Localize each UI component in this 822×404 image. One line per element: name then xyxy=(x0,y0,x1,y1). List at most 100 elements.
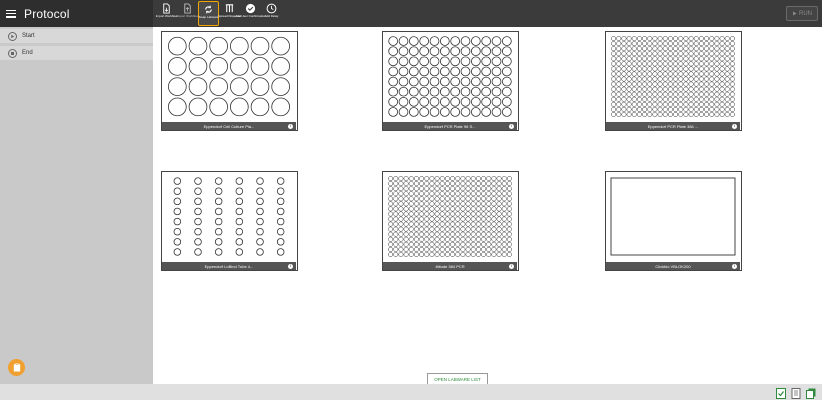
well xyxy=(398,196,404,202)
menu-icon[interactable] xyxy=(6,9,16,18)
info-icon[interactable]: i xyxy=(509,123,514,129)
well xyxy=(501,201,507,207)
info-icon[interactable]: i xyxy=(288,263,293,269)
export-workflow-button[interactable]: Export Workflow xyxy=(177,1,198,26)
well xyxy=(693,71,699,77)
well xyxy=(621,91,627,97)
well xyxy=(398,76,409,87)
well xyxy=(496,186,502,192)
well xyxy=(724,66,730,72)
run-button[interactable]: RUN xyxy=(786,6,818,21)
well xyxy=(611,56,617,62)
well xyxy=(486,221,492,227)
info-icon[interactable]: i xyxy=(732,263,737,269)
well xyxy=(704,96,710,102)
labware-card[interactable]: Eppendorf LoBind Tube 4... i xyxy=(161,171,298,271)
well xyxy=(688,111,694,117)
well xyxy=(506,201,512,207)
well xyxy=(729,81,735,87)
well xyxy=(667,56,673,62)
well xyxy=(168,57,187,76)
add-step-button[interactable] xyxy=(8,359,25,376)
add-delay-button[interactable]: Add Delay xyxy=(261,1,282,26)
well xyxy=(450,221,456,227)
well xyxy=(214,227,223,236)
well xyxy=(460,96,471,107)
well xyxy=(434,186,440,192)
well xyxy=(642,51,648,57)
well xyxy=(470,216,476,222)
well xyxy=(678,96,684,102)
well xyxy=(652,91,658,97)
copy-icon[interactable] xyxy=(806,386,816,399)
info-icon[interactable]: i xyxy=(288,123,293,129)
well xyxy=(496,201,502,207)
well xyxy=(698,66,704,72)
well xyxy=(662,61,668,67)
well xyxy=(698,76,704,82)
step-start[interactable]: Start xyxy=(0,29,153,43)
well xyxy=(209,36,228,56)
well xyxy=(388,226,394,232)
well xyxy=(647,101,653,107)
well xyxy=(486,251,492,257)
labware-card[interactable]: Eppendorf PCR Plate 384 ... i xyxy=(605,31,742,131)
well xyxy=(647,111,653,117)
well xyxy=(729,106,735,112)
well xyxy=(276,217,285,226)
import-workflow-button[interactable]: Import Workflow xyxy=(156,1,177,26)
labware-card[interactable]: Eppendorf Cell Culture Pla... i xyxy=(161,31,298,131)
well xyxy=(491,191,497,197)
well xyxy=(413,186,419,192)
well xyxy=(398,231,404,237)
well xyxy=(636,96,642,102)
well xyxy=(611,81,617,87)
well xyxy=(642,111,648,117)
well xyxy=(194,248,202,256)
well xyxy=(647,36,653,42)
well xyxy=(235,177,244,185)
well xyxy=(501,231,507,237)
well xyxy=(626,41,632,47)
well xyxy=(398,211,404,217)
swap-labware-button[interactable]: Swap Labware xyxy=(198,1,219,26)
labware-card[interactable]: 4titude 384 PCR i xyxy=(382,171,519,271)
well xyxy=(709,81,715,87)
well xyxy=(491,251,497,257)
well xyxy=(647,61,653,67)
well xyxy=(491,107,502,117)
status-bar xyxy=(0,384,822,400)
well xyxy=(276,197,285,206)
well xyxy=(470,36,481,46)
well xyxy=(413,251,419,257)
well xyxy=(455,211,461,217)
well xyxy=(486,231,492,237)
well xyxy=(486,211,492,217)
well xyxy=(455,236,461,242)
step-end[interactable]: End xyxy=(0,46,153,60)
open-labware-list-button[interactable]: OPEN LABWARE LIST xyxy=(427,373,488,384)
well xyxy=(444,201,450,207)
well xyxy=(626,96,632,102)
well xyxy=(626,36,632,42)
well xyxy=(455,181,461,187)
checklist-icon[interactable] xyxy=(776,386,786,399)
well xyxy=(486,241,492,247)
well xyxy=(460,56,471,67)
labware-card[interactable]: Eppendorf PCR Plate 96 S... i xyxy=(382,31,519,131)
well xyxy=(501,221,507,227)
well xyxy=(719,61,725,67)
info-icon[interactable]: i xyxy=(509,263,514,269)
well xyxy=(667,101,673,107)
add-user-confirmation-button[interactable]: Add User Confirmation xyxy=(235,1,266,26)
well xyxy=(662,111,668,117)
labware-card[interactable]: Clickbio VBLOK200 i xyxy=(605,171,742,271)
well xyxy=(388,241,394,247)
well xyxy=(470,176,476,182)
well xyxy=(486,236,492,242)
well xyxy=(688,56,694,62)
info-icon[interactable]: i xyxy=(732,123,737,129)
well xyxy=(491,236,497,242)
well xyxy=(429,191,435,197)
document-icon[interactable] xyxy=(791,386,801,399)
